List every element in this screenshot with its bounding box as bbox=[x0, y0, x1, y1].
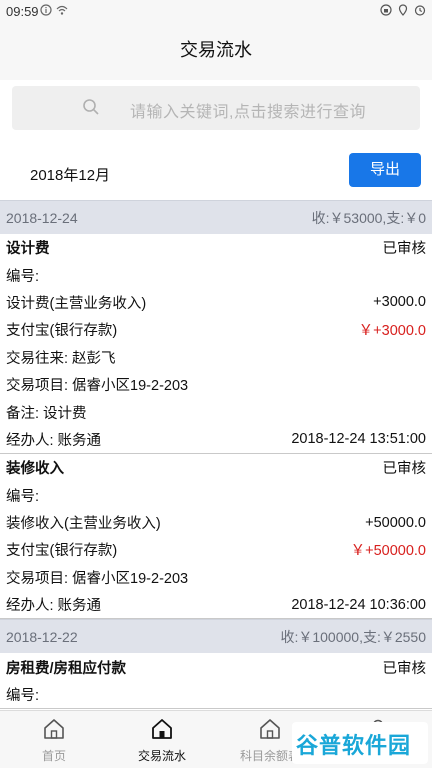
record-account: 装修收入(主营业务收入) bbox=[6, 516, 161, 533]
search-icon bbox=[83, 99, 99, 115]
nav-label: 交易流水 bbox=[137, 749, 186, 763]
record-operator: 经办人: 账务通 bbox=[6, 598, 102, 615]
group-summary: 收:￥100000,支:￥2550 bbox=[280, 628, 426, 645]
home-icon bbox=[152, 719, 172, 739]
record-title: 装修收入 bbox=[6, 461, 64, 478]
group-date: 2018-12-24 bbox=[6, 209, 78, 226]
record-status: 已审核 bbox=[382, 461, 427, 478]
record-status: 已审核 bbox=[382, 660, 427, 677]
group-summary: 收:￥53000,支:￥0 bbox=[311, 209, 426, 226]
status-left-icons bbox=[40, 4, 68, 16]
date-group-header: 2018-12-24 收:￥53000,支:￥0 bbox=[0, 200, 432, 234]
record-payment: 支付宝(银行存款) bbox=[6, 323, 118, 340]
home-icon bbox=[260, 719, 280, 739]
record-project: 交易项目: 倨睿小区19-2-203 bbox=[6, 378, 189, 395]
record-title: 房租费/房租应付款 bbox=[6, 660, 127, 677]
record-account: 设计费(主营业务收入) bbox=[6, 295, 147, 312]
watermark-text: 谷普软件园 bbox=[296, 733, 412, 758]
month-selector[interactable]: 2018年12月 bbox=[30, 164, 110, 185]
search-input[interactable]: 请输入关键词,点击搜索进行查询 bbox=[12, 86, 420, 130]
watermark-logo: 谷普软件园 bbox=[292, 722, 428, 764]
record-datetime: 2018-12-24 13:51:00 bbox=[291, 431, 426, 448]
record-datetime: 2018-12-24 10:36:00 bbox=[291, 596, 426, 613]
lock-rotation-icon bbox=[380, 4, 392, 16]
record-account-amount: +3000.0 bbox=[373, 294, 426, 311]
record-payment-amount: ￥+3000.0 bbox=[358, 323, 426, 340]
home-icon bbox=[44, 719, 64, 739]
nav-item-home[interactable]: 首页 bbox=[0, 711, 108, 768]
record-payment: 支付宝(银行存款) bbox=[6, 543, 118, 560]
record-status: 已审核 bbox=[382, 241, 427, 258]
nav-item-transactions[interactable]: 交易流水 bbox=[108, 711, 216, 768]
record-remark: 备注: 设计费 bbox=[6, 405, 87, 422]
record-operator: 经办人: 账务通 bbox=[6, 432, 102, 449]
transaction-record[interactable]: 房租费/房租应付款 已审核 编号: bbox=[0, 653, 432, 710]
wifi-icon bbox=[56, 5, 68, 15]
header: 交易流水 bbox=[0, 24, 432, 80]
group-date: 2018-12-22 bbox=[6, 628, 78, 645]
page-title: 交易流水 bbox=[180, 40, 252, 60]
search-placeholder: 请输入关键词,点击搜索进行查询 bbox=[130, 104, 366, 121]
record-account-amount: +50000.0 bbox=[365, 514, 426, 531]
record-number: 编号: bbox=[6, 488, 40, 505]
transaction-list[interactable]: 2018-12-24 收:￥53000,支:￥0 设计费 已审核 编号: 设计费(… bbox=[0, 200, 432, 710]
transaction-record[interactable]: 装修收入 已审核 编号: 装修收入(主营业务收入) +50000.0 支付宝(银行存… bbox=[0, 454, 432, 620]
info-icon bbox=[40, 4, 52, 16]
export-button[interactable]: 导出 bbox=[349, 153, 421, 187]
status-right-icons bbox=[380, 4, 426, 16]
nav-label: 首页 bbox=[41, 749, 66, 763]
alarm-icon bbox=[414, 5, 426, 16]
transaction-record[interactable]: 设计费 已审核 编号: 设计费(主营业务收入) +3000.0 支付宝(银行存款) ￥… bbox=[0, 234, 432, 455]
record-number: 编号: bbox=[6, 688, 40, 705]
location-icon bbox=[398, 4, 408, 16]
record-title: 设计费 bbox=[6, 241, 50, 258]
record-counterparty: 交易往来: 赵彭飞 bbox=[6, 350, 116, 367]
status-time: 09:59 bbox=[6, 4, 39, 19]
record-project: 交易项目: 倨睿小区19-2-203 bbox=[6, 570, 189, 587]
status-bar: 09:59 bbox=[0, 0, 432, 24]
record-payment-amount: ￥+50000.0 bbox=[350, 543, 426, 560]
record-number: 编号: bbox=[6, 268, 40, 285]
month-row: 2018年12月 导出 bbox=[0, 146, 432, 200]
date-group-header: 2018-12-22 收:￥100000,支:￥2550 bbox=[0, 619, 432, 654]
